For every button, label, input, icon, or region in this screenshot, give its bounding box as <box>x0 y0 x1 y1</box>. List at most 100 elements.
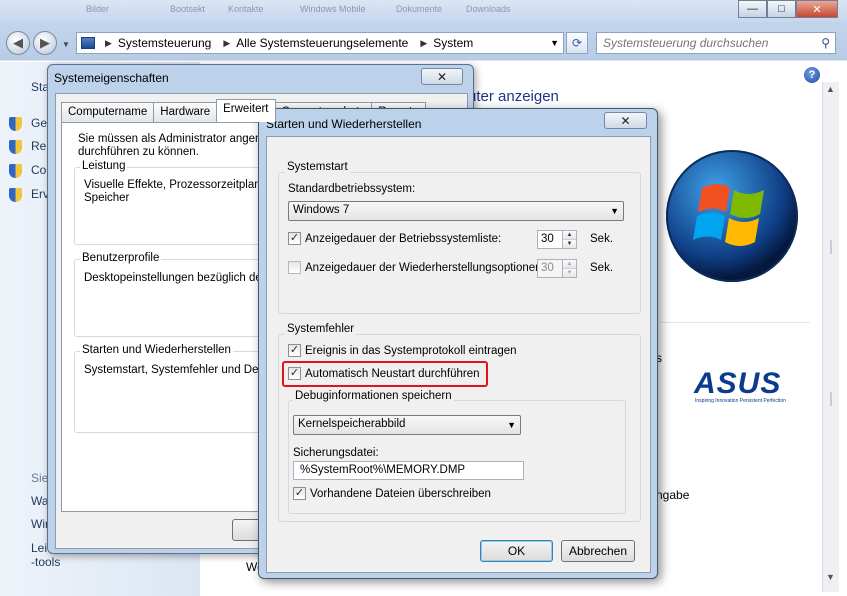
checkbox-checked-icon[interactable]: ✓ <box>288 232 301 245</box>
search-box[interactable]: ⚲ <box>596 32 836 54</box>
tab-erweitert[interactable]: Erweitert <box>216 99 276 122</box>
content-divider <box>660 322 810 323</box>
close-dialog-button[interactable]: ✕ <box>421 68 463 85</box>
breadcrumb-chevron-icon: ▶ <box>105 37 112 48</box>
dump-file-input[interactable]: %SystemRoot%\MEMORY.DMP <box>293 461 524 480</box>
stepper-arrows: ▲ ▼ <box>563 259 577 278</box>
spin-up-icon: ▲ <box>563 260 576 268</box>
ok-button[interactable]: OK <box>480 540 553 562</box>
search-icon[interactable]: ⚲ <box>821 36 830 50</box>
asus-wordmark: ASUS <box>694 367 782 400</box>
tab-computername[interactable]: Computername <box>61 102 155 122</box>
spin-down-icon: ▼ <box>563 268 576 277</box>
address-bar[interactable]: ▶ Systemsteuerung ▶ Alle Systemsteuerung… <box>76 32 564 54</box>
recovery-seconds-stepper: 30 ▲ ▼ <box>537 259 577 278</box>
breadcrumb-systemsteuerung[interactable]: Systemsteuerung <box>118 36 211 50</box>
see-also-fragment: Sie <box>31 471 49 485</box>
dialog-title: Systemeigenschaften <box>54 71 169 85</box>
checkbox-label: Ereignis in das Systemprotokoll eintrage… <box>305 344 517 357</box>
content-fragment: ngabe <box>656 488 690 502</box>
recovery-seconds-value: 30 <box>537 259 563 278</box>
group-label: Systemfehler <box>285 323 357 335</box>
breadcrumb-system[interactable]: System <box>433 36 473 50</box>
checkbox-unchecked-icon[interactable] <box>288 261 301 274</box>
dialog-title: Starten und Wiederherstellen <box>266 117 422 131</box>
background-taskbar-strip: Bilder Bootsekt Kontakte Windows Mobile … <box>0 0 847 22</box>
checkbox-label: Vorhandene Dateien überschreiben <box>310 487 491 500</box>
windows-logo <box>666 150 798 282</box>
group-label: Leistung <box>80 160 128 172</box>
close-dialog-button[interactable]: ✕ <box>604 112 647 129</box>
default-os-value: Windows 7 <box>293 204 350 216</box>
spin-down-icon[interactable]: ▼ <box>563 239 576 248</box>
chevron-down-icon: ▼ <box>610 206 619 216</box>
help-icon[interactable]: ? <box>804 67 820 83</box>
control-panel-icon <box>81 37 95 49</box>
close-icon: ✕ <box>620 113 631 128</box>
dialog-body: Systemstart Standardbetriebssystem: Wind… <box>266 136 651 573</box>
page-heading: uter anzeigen <box>468 88 559 105</box>
recent-pages-chevron-icon[interactable]: ▼ <box>62 40 70 49</box>
see-also-link[interactable]: -tools <box>31 555 60 569</box>
os-list-seconds-value[interactable]: 30 <box>537 230 563 249</box>
task-link[interactable]: Ge <box>31 116 47 130</box>
forward-button[interactable]: ▶ <box>33 31 57 55</box>
search-input[interactable] <box>597 33 807 53</box>
back-button[interactable]: ◀ <box>6 31 30 55</box>
breadcrumb-alle-elemente[interactable]: Alle Systemsteuerungselemente <box>236 36 408 50</box>
scroll-thumb-grip[interactable] <box>830 240 832 254</box>
auto-restart-checkbox[interactable]: ✓ Automatisch Neustart durchführen <box>288 367 480 380</box>
admin-note-line: durchführen zu können. <box>78 146 199 158</box>
uac-shield-icon <box>9 117 22 131</box>
refresh-icon[interactable]: ⟳ <box>566 32 588 54</box>
checkbox-label: Anzeigedauer der Wiederherstellungsoptio… <box>305 261 545 274</box>
minimize-button[interactable]: — <box>738 0 767 18</box>
default-os-select[interactable]: Windows 7 ▼ <box>288 201 624 221</box>
windows-flag-icon <box>693 184 764 246</box>
strip-item: Bootsekt <box>170 4 206 14</box>
group-label: Starten und Wiederherstellen <box>80 344 233 356</box>
scroll-up-icon[interactable]: ▲ <box>826 84 835 94</box>
stepper-arrows[interactable]: ▲ ▼ <box>563 230 577 249</box>
tab-hardware[interactable]: Hardware <box>153 102 218 122</box>
group-label: Benutzerprofile <box>80 252 162 264</box>
see-also-link[interactable]: Lei <box>31 541 47 555</box>
uac-shield-icon <box>9 140 22 154</box>
startup-recovery-dialog: Starten und Wiederherstellen ✕ Systemsta… <box>258 108 658 579</box>
group-label: Systemstart <box>285 161 350 173</box>
address-dropdown-icon[interactable]: ▼ <box>550 38 559 48</box>
debug-type-value: Kernelspeicherabbild <box>298 418 406 430</box>
breadcrumb-chevron-icon: ▶ <box>223 37 231 48</box>
checkbox-checked-icon[interactable]: ✓ <box>288 344 301 357</box>
asus-tagline: Inspiring Innovation Persistent Perfecti… <box>695 398 786 404</box>
task-link[interactable]: Re <box>31 139 46 153</box>
show-os-list-checkbox[interactable]: ✓ Anzeigedauer der Betriebssystemliste: <box>288 232 501 245</box>
seconds-unit: Sek. <box>590 262 614 274</box>
scroll-thumb-grip[interactable] <box>830 392 832 406</box>
group-label: Debuginformationen speichern <box>293 390 454 402</box>
see-also-link[interactable]: Wa <box>31 494 49 508</box>
strip-item: Bilder <box>86 4 110 14</box>
debug-type-select[interactable]: Kernelspeicherabbild ▼ <box>293 415 521 435</box>
scroll-down-icon[interactable]: ▼ <box>826 572 835 582</box>
log-event-checkbox[interactable]: ✓ Ereignis in das Systemprotokoll eintra… <box>288 344 517 357</box>
show-recovery-checkbox[interactable]: Anzeigedauer der Wiederherstellungsoptio… <box>288 261 545 274</box>
strip-item: Downloads <box>466 4 511 14</box>
overwrite-checkbox[interactable]: ✓ Vorhandene Dateien überschreiben <box>293 487 491 500</box>
asus-logo: ASUS Inspiring Innovation Persistent Per… <box>694 367 786 405</box>
dump-file-label: Sicherungsdatei: <box>293 447 379 459</box>
checkbox-label: Automatisch Neustart durchführen <box>305 367 480 380</box>
close-window-button[interactable]: ✕ <box>796 0 838 18</box>
uac-shield-icon <box>9 188 22 202</box>
cancel-button[interactable]: Abbrechen <box>561 540 635 562</box>
task-link[interactable]: Co <box>31 163 46 177</box>
maximize-button[interactable]: □ <box>767 0 796 18</box>
checkbox-checked-icon[interactable]: ✓ <box>288 367 301 380</box>
checkbox-checked-icon[interactable]: ✓ <box>293 487 306 500</box>
seconds-unit: Sek. <box>590 233 614 245</box>
spin-up-icon[interactable]: ▲ <box>563 231 576 239</box>
default-os-label: Standardbetriebssystem: <box>288 183 416 195</box>
os-list-seconds-stepper[interactable]: 30 ▲ ▼ <box>537 230 577 249</box>
breadcrumb-chevron-icon: ▶ <box>420 37 428 48</box>
vertical-scrollbar[interactable]: ▲ ▼ <box>822 82 839 592</box>
